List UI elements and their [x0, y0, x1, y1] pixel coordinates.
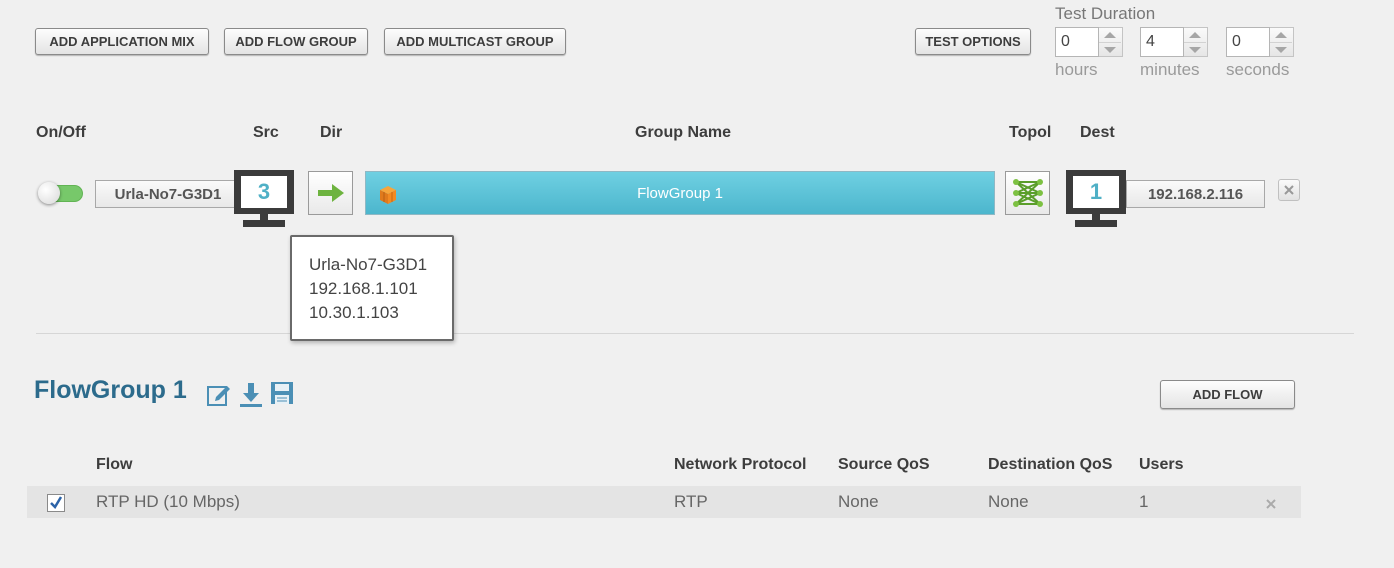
download-button[interactable] [238, 381, 264, 409]
chevron-down-icon [1104, 47, 1116, 53]
hours-increment-button[interactable] [1099, 28, 1121, 42]
mesh-topology-icon [1012, 179, 1043, 207]
hours-decrement-button[interactable] [1099, 42, 1121, 57]
header-flow: Flow [96, 456, 133, 473]
add-multicast-group-button[interactable]: ADD MULTICAST GROUP [384, 28, 566, 55]
header-network-protocol: Network Protocol [674, 456, 807, 473]
direction-button[interactable] [308, 171, 353, 215]
group-name-label: FlowGroup 1 [637, 184, 723, 202]
minutes-decrement-button[interactable] [1184, 42, 1206, 57]
seconds-input[interactable] [1226, 27, 1270, 57]
seconds-unit-label: seconds [1226, 60, 1290, 79]
header-destination-qos: Destination QoS [988, 456, 1113, 473]
minutes-input[interactable] [1140, 27, 1184, 57]
seconds-decrement-button[interactable] [1270, 42, 1292, 57]
remove-group-button[interactable] [1278, 179, 1300, 201]
flow-name: RTP HD (10 Mbps) [96, 492, 240, 511]
toggle-knob [38, 182, 60, 204]
minutes-increment-button[interactable] [1184, 28, 1206, 42]
close-icon [1266, 499, 1276, 509]
test-options-button[interactable]: TEST OPTIONS [915, 28, 1031, 55]
source-count: 3 [241, 176, 287, 208]
chevron-down-icon [1275, 47, 1287, 53]
topology-button[interactable] [1005, 171, 1050, 215]
checkmark-icon [50, 496, 63, 510]
tooltip-line: 192.168.1.101 [309, 279, 418, 298]
header-src: Src [253, 124, 279, 141]
seconds-increment-button[interactable] [1270, 28, 1292, 42]
monitor-icon: 1 [1066, 170, 1126, 214]
hours-unit-label: hours [1055, 60, 1098, 79]
save-icon [271, 382, 293, 404]
tooltip-line: Urla-No7-G3D1 [309, 255, 428, 274]
cube-stack-icon [380, 186, 396, 204]
group-enable-toggle[interactable] [38, 182, 83, 204]
tooltip-line: 10.30.1.103 [309, 303, 399, 322]
save-button[interactable] [269, 380, 295, 406]
seconds-spinner [1226, 27, 1294, 57]
group-name-bar[interactable]: FlowGroup 1 [365, 171, 995, 215]
header-source-qos: Source QoS [838, 456, 930, 473]
source-endpoint[interactable]: 3 [234, 170, 294, 228]
header-topol: Topol [1009, 124, 1052, 141]
flow-checkbox[interactable] [47, 494, 65, 512]
hours-input[interactable] [1055, 27, 1099, 57]
section-divider [36, 333, 1354, 334]
test-duration-label: Test Duration [1055, 4, 1156, 23]
header-dest: Dest [1080, 124, 1115, 141]
minutes-spinner [1140, 27, 1208, 57]
header-group-name: Group Name [635, 124, 732, 141]
flow-network-protocol: RTP [674, 492, 708, 511]
add-application-mix-button[interactable]: ADD APPLICATION MIX [35, 28, 209, 55]
header-on-off: On/Off [36, 124, 86, 141]
destination-endpoint[interactable]: 1 [1066, 170, 1126, 228]
download-icon [240, 383, 262, 407]
remove-flow-button[interactable] [1264, 497, 1278, 511]
destination-ip-field[interactable]: 192.168.2.116 [1126, 180, 1265, 208]
chevron-up-icon [1104, 32, 1116, 38]
chevron-up-icon [1189, 32, 1201, 38]
header-dir: Dir [320, 124, 343, 141]
chevron-up-icon [1275, 32, 1287, 38]
destination-count: 1 [1073, 176, 1119, 208]
arrow-right-icon [317, 184, 344, 202]
monitor-icon: 3 [234, 170, 294, 214]
chevron-down-icon [1189, 47, 1201, 53]
close-icon [1284, 185, 1294, 195]
hours-spinner [1055, 27, 1123, 57]
add-flow-group-button[interactable]: ADD FLOW GROUP [224, 28, 368, 55]
flow-group-title: FlowGroup 1 [34, 376, 187, 404]
flow-users: 1 [1139, 492, 1149, 511]
flow-source-qos: None [838, 492, 879, 511]
source-tooltip: Urla-No7-G3D1 192.168.1.101 10.30.1.103 [290, 235, 454, 341]
minutes-unit-label: minutes [1140, 60, 1200, 79]
add-flow-button[interactable]: ADD FLOW [1160, 380, 1295, 409]
flow-destination-qos: None [988, 492, 1029, 511]
edit-button[interactable] [206, 382, 232, 408]
edit-icon [207, 386, 230, 406]
header-users: Users [1139, 456, 1184, 473]
source-name-field[interactable]: Urla-No7-G3D1 [95, 180, 241, 208]
